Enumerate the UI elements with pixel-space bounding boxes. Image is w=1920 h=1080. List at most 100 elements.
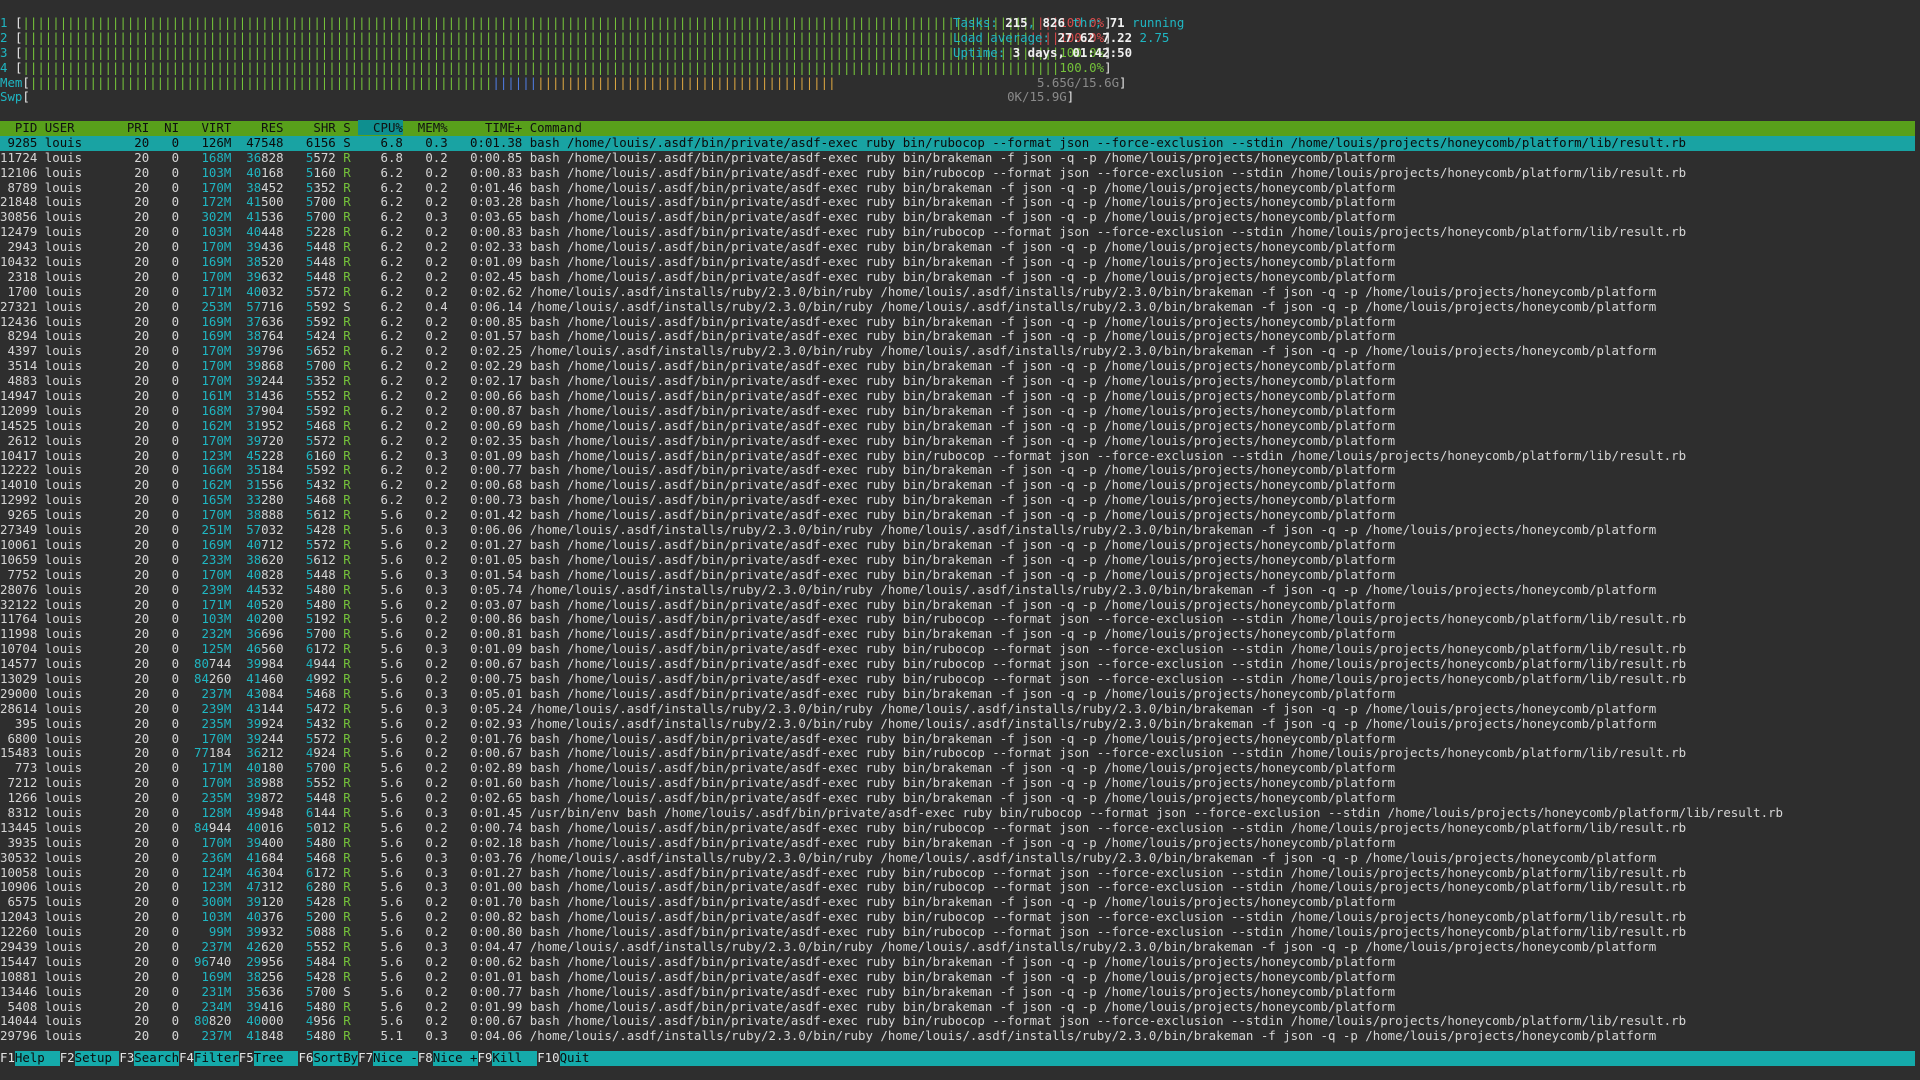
process-row[interactable]: 10061 louis 20 0 169M 40712 5572 R 5.6 0… xyxy=(0,537,1915,553)
process-row[interactable]: 2612 louis 20 0 170M 39720 5572 R 6.2 0.… xyxy=(0,433,1915,449)
column-header-shr[interactable]: SHR xyxy=(284,120,335,135)
process-row[interactable]: 4883 louis 20 0 170M 39244 5352 R 6.2 0.… xyxy=(0,373,1915,389)
fkey-label-f3[interactable]: Search xyxy=(134,1050,179,1066)
process-row[interactable]: 5408 louis 20 0 234M 39416 5480 R 5.6 0.… xyxy=(0,998,1915,1015)
process-row[interactable]: 12479 louis 20 0 103M 40448 5228 R 6.2 0… xyxy=(0,224,1915,240)
column-header-command[interactable]: Command xyxy=(522,120,582,135)
process-list[interactable]: 9285 louis 20 0 126M 47548 6156 S 6.8 0.… xyxy=(0,135,1915,1044)
process-row[interactable]: 10704 louis 20 0 125M 46560 6172 R 5.6 0… xyxy=(0,641,1915,657)
fkey-f5[interactable]: F5 xyxy=(238,1050,254,1066)
column-header-res[interactable]: RES xyxy=(231,120,283,135)
process-row[interactable]: 1700 louis 20 0 171M 40032 5572 R 6.2 0.… xyxy=(0,283,1915,300)
process-row[interactable]: 9265 louis 20 0 170M 38888 5612 R 5.6 0.… xyxy=(0,507,1915,523)
column-header-mem[interactable]: MEM% xyxy=(403,120,448,135)
process-row[interactable]: 8312 louis 20 0 128M 49948 6144 R 5.6 0.… xyxy=(0,805,1915,821)
process-row[interactable]: 12099 louis 20 0 168M 37904 5592 R 6.2 0… xyxy=(0,403,1915,419)
process-row[interactable]: 2318 louis 20 0 170M 39632 5448 R 6.2 0.… xyxy=(0,269,1915,285)
process-row[interactable]: 11998 louis 20 0 232M 36696 5700 R 5.6 0… xyxy=(0,626,1915,642)
column-header-cpu[interactable]: CPU% xyxy=(358,120,403,135)
process-row[interactable]: 14044 louis 20 0 80820 40000 4956 R 5.6 … xyxy=(0,1013,1915,1029)
process-row[interactable]: 7752 louis 20 0 170M 40828 5448 R 5.6 0.… xyxy=(0,567,1915,583)
process-row[interactable]: 32122 louis 20 0 171M 40520 5480 R 5.6 0… xyxy=(0,597,1915,613)
process-row[interactable]: 3935 louis 20 0 170M 39400 5480 R 5.6 0.… xyxy=(0,835,1915,851)
column-header-virt[interactable]: VIRT xyxy=(179,120,231,135)
column-header-time[interactable]: TIME+ xyxy=(448,120,522,135)
fkey-label-f2[interactable]: Setup xyxy=(75,1050,120,1066)
process-row[interactable]: 12043 louis 20 0 103M 40376 5200 R 5.6 0… xyxy=(0,909,1915,925)
fkey-label-f1[interactable]: Help xyxy=(15,1050,60,1066)
process-row[interactable]: 28614 louis 20 0 239M 43144 5472 R 5.6 0… xyxy=(0,701,1915,717)
process-row[interactable]: 12436 louis 20 0 169M 37636 5592 R 6.2 0… xyxy=(0,313,1915,330)
process-row[interactable]: 3514 louis 20 0 170M 39868 5700 R 6.2 0.… xyxy=(0,358,1915,374)
fkey-label-f5[interactable]: Tree xyxy=(254,1050,299,1066)
fkey-f2[interactable]: F2 xyxy=(59,1050,75,1066)
process-row[interactable]: 2943 louis 20 0 170M 39436 5448 R 6.2 0.… xyxy=(0,239,1915,255)
process-row[interactable]: 29000 louis 20 0 237M 43084 5468 R 5.6 0… xyxy=(0,686,1915,702)
process-row[interactable]: 27349 louis 20 0 251M 57032 5428 R 5.6 0… xyxy=(0,522,1915,538)
process-row[interactable]: 12106 louis 20 0 103M 40168 5160 R 6.2 0… xyxy=(0,165,1915,181)
cell-shr-low: 428 xyxy=(313,894,336,910)
column-header-pid[interactable]: PID xyxy=(0,120,37,135)
process-row[interactable]: 14010 louis 20 0 162M 31556 5432 R 6.2 0… xyxy=(0,477,1915,493)
fkey-label-f7[interactable]: Nice - xyxy=(373,1050,418,1066)
fkey-label-f4[interactable]: Filter xyxy=(194,1050,239,1066)
process-row[interactable]: 10906 louis 20 0 123M 47312 6280 R 5.6 0… xyxy=(0,879,1915,895)
process-row[interactable]: 30856 louis 20 0 302M 41536 5700 R 6.2 0… xyxy=(0,209,1915,225)
process-row[interactable]: 10417 louis 20 0 123M 45228 6160 R 6.2 0… xyxy=(0,448,1915,464)
process-row[interactable]: 1266 louis 20 0 235M 39872 5448 R 5.6 0.… xyxy=(0,790,1915,806)
cell-virt: 171 xyxy=(179,283,224,299)
fkey-f4[interactable]: F4 xyxy=(179,1050,194,1066)
fkey-label-f9[interactable]: Kill xyxy=(492,1050,537,1066)
process-row-selected[interactable]: 9285 louis 20 0 126M 47548 6156 S 6.8 0.… xyxy=(0,135,1915,151)
fkey-f1[interactable]: F1 xyxy=(0,1050,15,1066)
process-row[interactable]: 12260 louis 20 0 99M 39932 5088 R 5.6 0.… xyxy=(0,924,1915,940)
column-header-state[interactable]: S xyxy=(336,120,358,135)
process-row[interactable]: 27321 louis 20 0 253M 57716 5592 S 6.2 0… xyxy=(0,299,1915,315)
process-row[interactable]: 8789 louis 20 0 170M 38452 5352 R 6.2 0.… xyxy=(0,180,1915,196)
process-row[interactable]: 8294 louis 20 0 169M 38764 5424 R 6.2 0.… xyxy=(0,329,1915,344)
process-row[interactable]: 13445 louis 20 0 84944 40016 5012 R 5.6 … xyxy=(0,820,1915,836)
process-row[interactable]: 30532 louis 20 0 236M 41684 5468 R 5.6 0… xyxy=(0,850,1915,866)
process-row[interactable]: 12222 louis 20 0 166M 35184 5592 R 6.2 0… xyxy=(0,463,1915,478)
process-row[interactable]: 13446 louis 20 0 231M 35636 5700 S 5.6 0… xyxy=(0,984,1915,1000)
process-row[interactable]: 29439 louis 20 0 237M 42620 5552 R 5.6 0… xyxy=(0,939,1915,955)
process-row[interactable]: 15447 louis 20 0 96740 29956 5484 R 5.6 … xyxy=(0,954,1915,970)
process-row[interactable]: 12992 louis 20 0 165M 33280 5468 R 6.2 0… xyxy=(0,492,1915,508)
column-header-pri[interactable]: PRI xyxy=(112,120,149,135)
column-header-ni[interactable]: NI xyxy=(149,120,179,135)
fkey-f6[interactable]: F6 xyxy=(298,1050,314,1066)
process-row[interactable]: 14947 louis 20 0 161M 31436 5552 R 6.2 0… xyxy=(0,388,1915,404)
fkey-f8[interactable]: F8 xyxy=(417,1050,433,1066)
process-row[interactable]: 6575 louis 20 0 300M 39120 5428 R 5.6 0.… xyxy=(0,894,1915,910)
process-row[interactable]: 11764 louis 20 0 103M 40200 5192 R 5.6 0… xyxy=(0,611,1915,627)
column-header-user[interactable]: USER xyxy=(37,120,112,135)
fkey-f9[interactable]: F9 xyxy=(477,1050,493,1066)
process-row[interactable]: 10432 louis 20 0 169M 38520 5448 R 6.2 0… xyxy=(0,254,1915,270)
cell-time: 0:01.99 xyxy=(447,998,523,1014)
cell-user: louis xyxy=(37,313,112,329)
process-row[interactable]: 395 louis 20 0 235M 39924 5432 R 5.6 0.2… xyxy=(0,716,1915,732)
process-row[interactable]: 14577 louis 20 0 80744 39984 4944 R 5.6 … xyxy=(0,656,1915,672)
process-row[interactable]: 773 louis 20 0 171M 40180 5700 R 5.6 0.2… xyxy=(0,760,1915,776)
fkey-f7[interactable]: F7 xyxy=(358,1050,374,1066)
fkey-label-f10[interactable]: Quit xyxy=(560,1050,605,1066)
process-row[interactable]: 15483 louis 20 0 77184 36212 4924 R 5.6 … xyxy=(0,745,1915,761)
process-row[interactable]: 21848 louis 20 0 172M 41500 5700 R 6.2 0… xyxy=(0,195,1915,210)
process-row[interactable]: 10881 louis 20 0 169M 38256 5428 R 5.6 0… xyxy=(0,969,1915,985)
process-row[interactable]: 4397 louis 20 0 170M 39796 5652 R 6.2 0.… xyxy=(0,343,1915,359)
process-row[interactable]: 14525 louis 20 0 162M 31952 5468 R 6.2 0… xyxy=(0,418,1915,434)
fkey-f3[interactable]: F3 xyxy=(119,1050,135,1066)
fkey-f10[interactable]: F10 xyxy=(537,1050,560,1066)
process-row[interactable]: 10058 louis 20 0 124M 46304 6172 R 5.6 0… xyxy=(0,865,1915,881)
process-row[interactable]: 11724 louis 20 0 168M 36828 5572 R 6.8 0… xyxy=(0,150,1915,166)
fkey-label-f6[interactable]: SortBy xyxy=(313,1050,358,1066)
process-row[interactable]: 6800 louis 20 0 170M 39244 5572 R 5.6 0.… xyxy=(0,731,1915,747)
process-row[interactable]: 7212 louis 20 0 170M 38988 5552 R 5.6 0.… xyxy=(0,775,1915,791)
process-table[interactable]: PID USER PRI NI VIRT RES SHR S CPU% MEM%… xyxy=(0,120,1915,1044)
process-row[interactable]: 13029 louis 20 0 84260 41460 4992 R 5.6 … xyxy=(0,671,1915,687)
fkey-label-f8[interactable]: Nice + xyxy=(433,1050,478,1066)
process-row[interactable]: 28076 louis 20 0 239M 44532 5480 R 5.6 0… xyxy=(0,582,1915,598)
process-row[interactable]: 10659 louis 20 0 233M 38620 5612 R 5.6 0… xyxy=(0,552,1915,568)
process-table-header[interactable]: PID USER PRI NI VIRT RES SHR S CPU% MEM%… xyxy=(0,120,1915,136)
process-row[interactable]: 29796 louis 20 0 237M 41848 5480 R 5.1 0… xyxy=(0,1028,1915,1044)
